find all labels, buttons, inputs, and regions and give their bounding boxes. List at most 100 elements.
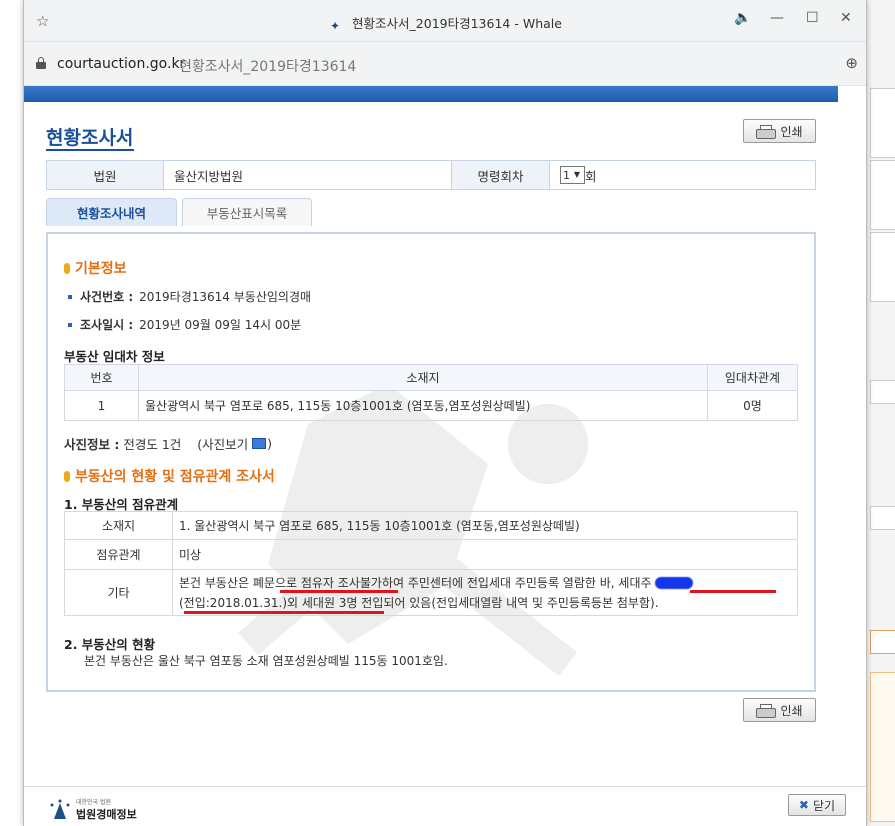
etc-line-2: (전입:2018.01.31.)외 세대원 3명 전입되어 있음(전입세대열람 …: [179, 593, 791, 613]
occupancy-sub2: 2. 부동산의 현황: [64, 637, 156, 652]
etc-text-highlight: (전입:2018.01.31.)외 세대원 3명 전입: [179, 595, 384, 610]
red-underline: [184, 611, 384, 614]
minimize-icon[interactable]: —: [770, 10, 784, 26]
lease-header-relation: 임대차관계: [707, 364, 798, 391]
photo-info-value: 전경도 1건: [123, 437, 182, 452]
print-button-bottom[interactable]: 인쇄: [743, 698, 816, 722]
address-domain: courtauction.go.kr: [57, 56, 186, 72]
background-box: [870, 630, 895, 654]
survey-date-value: 2019년 09월 09일 14시 00분: [139, 318, 302, 332]
occupancy-heading-text: 부동산의 현황 및 점유관계 조사서: [75, 469, 275, 485]
background-box: [870, 232, 895, 302]
print-label: 인쇄: [780, 124, 803, 139]
court-label: 법원: [47, 161, 163, 189]
etc-label: 기타: [64, 569, 173, 616]
court-info-table: 법원 울산지방법원 명령회차 1 ▼ 회: [46, 160, 816, 190]
zoom-icon[interactable]: ⊕: [845, 54, 858, 72]
tab-property-list[interactable]: 부동산표시목록: [182, 198, 312, 226]
background-box: [870, 506, 895, 530]
case-number-label: 사건번호 :: [80, 290, 134, 304]
popup-window: ☆ ✦ 현황조사서_2019타경13614 - Whale 🔈 — ☐ ✕ cou…: [23, 0, 867, 826]
bullet-icon: [68, 322, 72, 327]
tab-survey-details[interactable]: 현황조사내역: [46, 198, 177, 226]
title-bar: ☆ ✦ 현황조사서_2019타경13614 - Whale 🔈 — ☐ ✕: [24, 0, 866, 42]
background-page-sidebar: [865, 0, 895, 826]
footer-logo: 대한민국 법원 법원경매정보: [48, 797, 137, 822]
print-label: 인쇄: [780, 703, 803, 718]
lease-header-address: 소재지: [138, 364, 708, 391]
bullet-icon: [64, 262, 70, 274]
occupancy-table: 소재지 1. 울산광역시 북구 염포로 685, 115동 10층1001호 (…: [64, 511, 798, 616]
occupancy-label: 점유관계: [64, 539, 173, 570]
close-window-icon[interactable]: ✕: [840, 10, 852, 26]
footer-logo-big: 법원경매정보: [76, 808, 137, 821]
etc-text: 하여 주민센터에 전입세대 주민등록 열람한 바,: [381, 575, 619, 590]
background-box: [870, 88, 895, 158]
survey-date-label: 조사일시 :: [80, 318, 134, 332]
lease-header-no: 번호: [64, 364, 139, 391]
printer-icon: [756, 704, 777, 718]
window-title-text: 현황조사서_2019타경13614 - Whale: [352, 16, 562, 31]
case-number-line: 사건번호 : 2019타경13614 부동산임의경매: [68, 288, 311, 305]
photo-info-label: 사진정보 :: [64, 437, 120, 452]
close-icon: ✖: [798, 798, 809, 812]
etc-text: 본건 부동산은: [179, 575, 253, 590]
footer: 대한민국 법원 법원경매정보 ✖ 닫기: [24, 786, 866, 826]
chevron-down-icon: ▼: [573, 170, 581, 179]
page-title: 현황조사서: [46, 127, 134, 149]
survey-panel: 기본정보 사건번호 : 2019타경13614 부동산임의경매 조사일시 : 201…: [46, 232, 816, 692]
basic-info-heading-text: 기본정보: [75, 261, 127, 277]
red-underline: [690, 590, 776, 593]
basic-info-heading: 기본정보: [64, 258, 127, 278]
footer-logo-text: 대한민국 법원 법원경매정보: [76, 797, 137, 822]
red-underline: [280, 590, 398, 593]
title-underline: [46, 149, 134, 151]
lease-cell-no: 1: [64, 390, 139, 421]
address-page-title: 현황조사서_2019타경13614: [179, 59, 357, 75]
background-box: [870, 380, 895, 404]
survey-date-line: 조사일시 : 2019년 09월 09일 14시 00분: [68, 316, 301, 333]
court-logo-icon: [50, 799, 70, 819]
property-status-text: 본건 부동산은 울산 북구 염포동 소재 염포성원상떼빌 115동 1001호임…: [84, 654, 448, 668]
lease-cell-address: 울산광역시 북구 염포로 685, 115동 10층1001호 (염포동,염포성…: [138, 390, 708, 421]
photo-icon[interactable]: [252, 438, 267, 449]
lease-cell-relation: 0명: [707, 390, 798, 421]
close-button[interactable]: ✖ 닫기: [788, 794, 846, 816]
photo-view-link[interactable]: (사진보기: [197, 434, 248, 453]
printer-icon: [756, 125, 777, 139]
lock-icon: [36, 57, 46, 69]
page-content: 현황조사서 인쇄 법원 울산지방법원 명령회차 1 ▼ 회 현황조사내역 부동산표시…: [24, 102, 866, 826]
court-value: 울산지방법원: [163, 161, 451, 189]
address-bar[interactable]: courtauction.go.kr 현황조사서_2019타경13614 ⊕: [24, 42, 866, 86]
header-blue-bar: [24, 86, 838, 102]
table-row: 소재지 1. 울산광역시 북구 염포로 685, 115동 10층1001호 (…: [64, 511, 798, 540]
print-button-top[interactable]: 인쇄: [743, 119, 816, 143]
case-number-value: 2019타경13614 부동산임의경매: [139, 290, 312, 304]
table-row: 점유관계 미상: [64, 539, 798, 570]
etc-text: 되어 있음(전입세대열람 내역 및 주민등록등본 첨부함).: [383, 595, 659, 610]
occupancy-heading: 부동산의 현황 및 점유관계 조사서: [64, 466, 275, 486]
occupancy-value: 1. 울산광역시 북구 염포로 685, 115동 10층1001호 (염포동,…: [172, 511, 798, 540]
order-label: 명령회차: [451, 161, 549, 189]
maximize-icon[interactable]: ☐: [806, 10, 819, 26]
table-row: 1 울산광역시 북구 염포로 685, 115동 10층1001호 (염포동,염…: [64, 390, 798, 421]
court-logo-icon: ✦: [330, 19, 341, 33]
photo-info-line: 사진정보 : 전경도 1건 (사진보기): [64, 434, 272, 453]
bullet-icon: [64, 470, 70, 482]
occupancy-label: 소재지: [64, 511, 173, 540]
table-row: 기타 본건 부동산은 폐문으로 점유자 조사불가하여 주민센터에 전입세대 주민…: [64, 569, 798, 616]
householder-label: 세대주: [618, 575, 652, 590]
close-label: 닫기: [812, 798, 836, 813]
order-select-value: 1: [563, 168, 570, 182]
redacted-name: [655, 576, 694, 589]
footer-logo-small: 대한민국 법원: [76, 799, 112, 806]
background-box: [870, 160, 895, 230]
sound-icon[interactable]: 🔈: [734, 10, 751, 26]
etc-text-highlight: 폐문으로 점유자 조사불가: [252, 575, 382, 590]
lease-info-heading: 부동산 임대차 정보: [64, 349, 165, 364]
order-select[interactable]: 1 ▼: [560, 166, 585, 184]
photo-view-close: ): [267, 436, 272, 451]
occupancy-value: 미상: [172, 539, 798, 570]
lease-table-header: 번호 소재지 임대차관계: [64, 364, 798, 391]
order-cell: 1 ▼ 회: [549, 161, 815, 189]
